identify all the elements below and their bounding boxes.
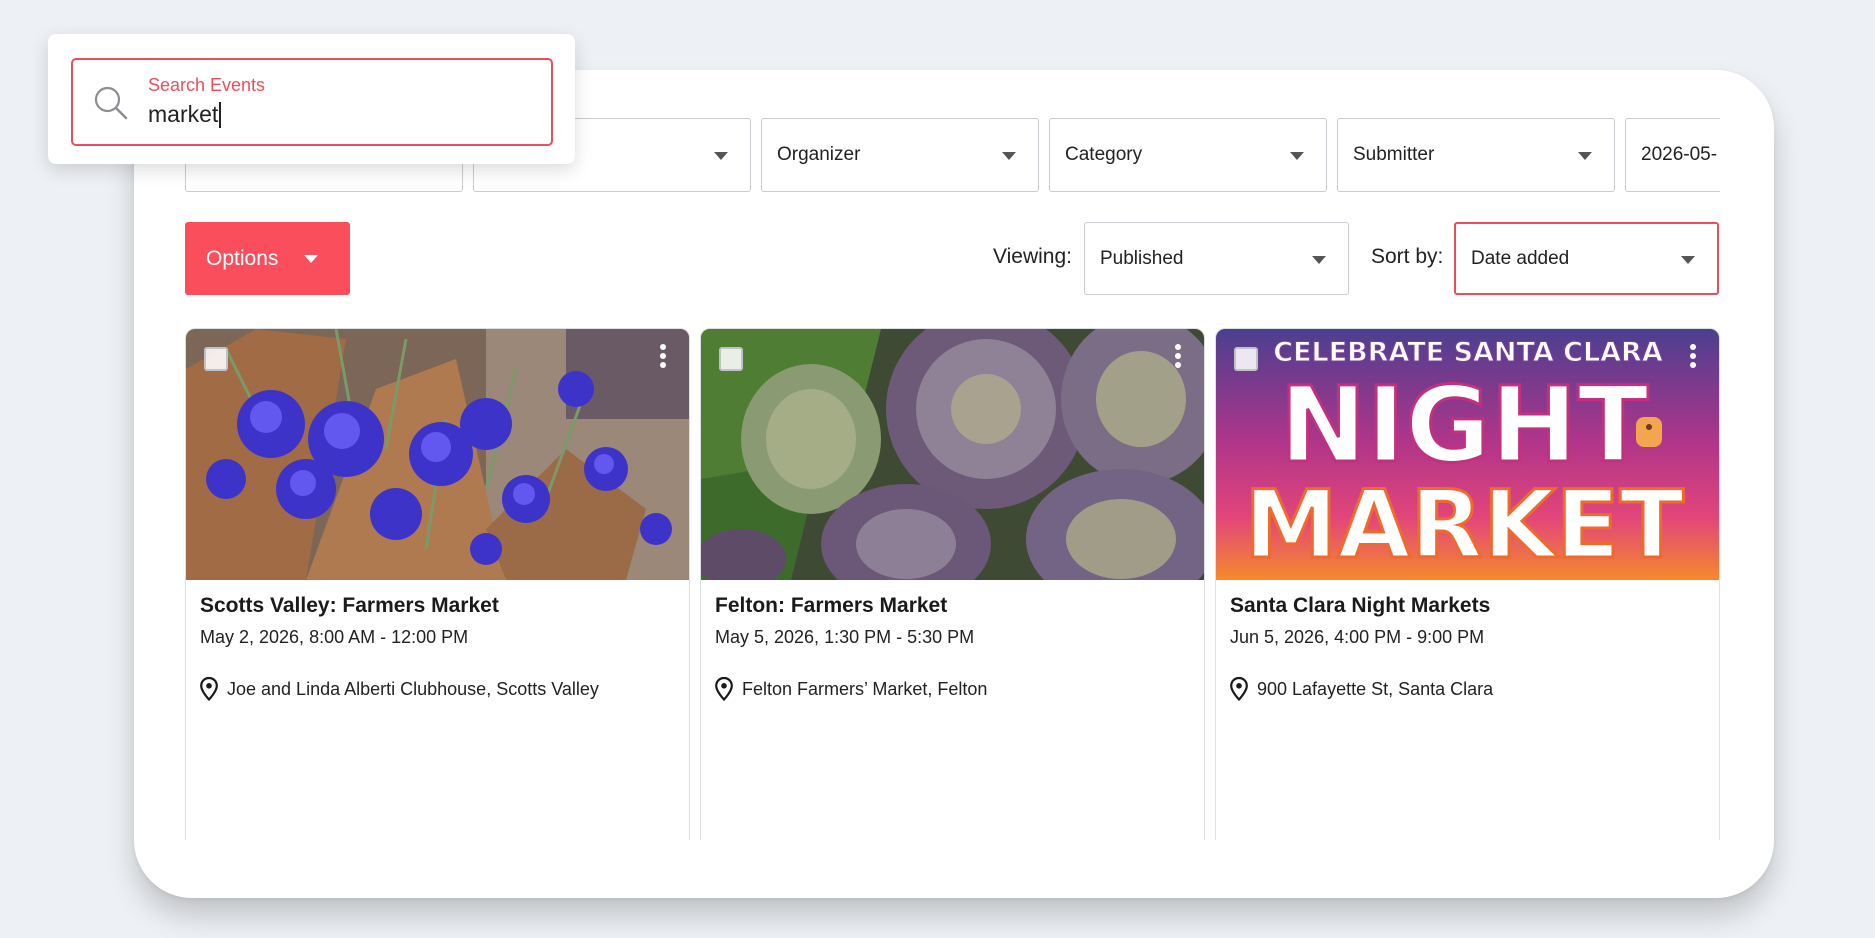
event-date: May 5, 2026, 1:30 PM - 5:30 PM — [715, 627, 975, 647]
viewing-label: Viewing: — [993, 245, 1072, 268]
category-filter[interactable]: Category — [1049, 118, 1327, 192]
map-pin-icon — [715, 677, 733, 701]
event-location: Joe and Linda Alberti Clubhouse, Scotts … — [200, 677, 599, 701]
sort-label: Sort by: — [1371, 245, 1444, 268]
event-location-text: Felton Farmers’ Market, Felton — [742, 678, 988, 699]
sort-select[interactable]: Date added — [1454, 222, 1719, 295]
date-filter-value: 2026-05- — [1641, 144, 1718, 165]
select-checkbox[interactable] — [719, 347, 743, 371]
map-pin-icon — [1230, 677, 1248, 701]
chevron-down-icon — [1312, 255, 1326, 264]
event-title[interactable]: Felton: Farmers Market — [715, 594, 947, 618]
viewing-select[interactable]: Published — [1084, 222, 1349, 295]
more-vertical-icon[interactable] — [1174, 344, 1182, 372]
poster-line-3: MARKET — [1244, 471, 1684, 580]
event-card[interactable]: Scotts Valley: Farmers Market May 2, 202… — [185, 328, 690, 840]
select-checkbox[interactable] — [204, 347, 228, 371]
event-image-flowers[interactable] — [186, 329, 689, 580]
category-filter-label: Category — [1065, 144, 1143, 165]
event-card[interactable]: Felton: Farmers Market May 5, 2026, 1:30… — [700, 328, 1205, 840]
chevron-down-icon — [1290, 152, 1304, 160]
more-vertical-icon[interactable] — [1689, 344, 1697, 372]
search-input-value[interactable]: market — [148, 101, 222, 128]
text-cursor — [219, 101, 222, 128]
event-location: 900 Lafayette St, Santa Clara — [1230, 677, 1493, 701]
search-query-text: market — [148, 101, 219, 127]
chevron-down-icon — [1681, 255, 1695, 264]
event-image-night-market[interactable]: CELEBRATE SANTA CLARA NIGHT MARKET — [1216, 329, 1719, 580]
event-title[interactable]: Santa Clara Night Markets — [1230, 594, 1490, 618]
search-input-label: Search Events — [148, 75, 266, 95]
submitter-filter[interactable]: Submitter — [1337, 118, 1615, 192]
viewing-select-value: Published — [1100, 247, 1184, 269]
search-popup: Search Events market — [48, 34, 575, 164]
chevron-down-icon — [1002, 152, 1016, 160]
event-location-text: Joe and Linda Alberti Clubhouse, Scotts … — [227, 678, 599, 699]
event-image-artichokes[interactable] — [701, 329, 1204, 580]
chevron-down-icon — [304, 255, 318, 263]
event-location-text: 900 Lafayette St, Santa Clara — [1257, 678, 1494, 699]
event-location: Felton Farmers’ Market, Felton — [715, 677, 987, 701]
map-pin-icon — [200, 677, 218, 701]
organizer-filter[interactable]: Organizer — [761, 118, 1039, 192]
event-card[interactable]: CELEBRATE SANTA CLARA NIGHT MARKET Santa… — [1215, 328, 1720, 840]
chevron-down-icon — [714, 152, 728, 160]
sort-select-value: Date added — [1471, 247, 1570, 269]
organizer-filter-label: Organizer — [777, 144, 861, 165]
options-button-label: Options — [206, 246, 279, 270]
event-title[interactable]: Scotts Valley: Farmers Market — [200, 594, 499, 618]
poster-line-2: NIGHT — [1279, 364, 1648, 486]
search-input[interactable]: Search Events market — [71, 58, 553, 146]
date-filter[interactable]: 2026-05- — [1625, 118, 1720, 192]
options-button[interactable]: Options — [185, 222, 350, 295]
chevron-down-icon — [1578, 152, 1592, 160]
event-date: May 2, 2026, 8:00 AM - 12:00 PM — [200, 627, 469, 647]
select-checkbox[interactable] — [1234, 347, 1258, 371]
more-vertical-icon[interactable] — [659, 344, 667, 372]
submitter-filter-label: Submitter — [1353, 144, 1435, 165]
search-icon — [94, 86, 128, 120]
event-date: Jun 5, 2026, 4:00 PM - 9:00 PM — [1230, 627, 1485, 647]
